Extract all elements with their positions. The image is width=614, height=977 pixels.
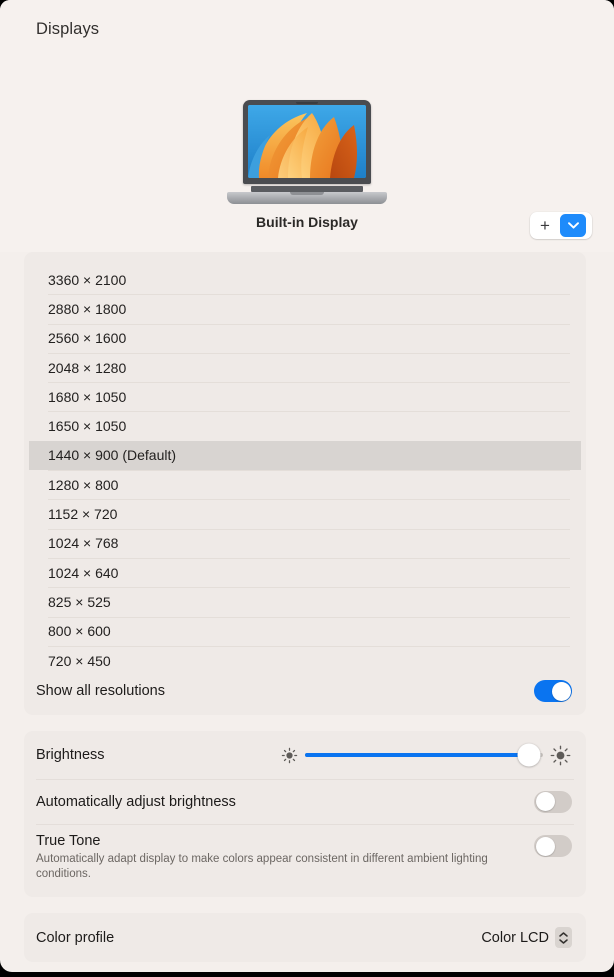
auto-brightness-row[interactable]: Automatically adjust brightness [24,779,586,824]
brightness-slider[interactable] [105,743,572,767]
laptop-notch [296,101,318,104]
plus-icon[interactable]: + [530,217,560,234]
brightness-label: Brightness [36,747,105,763]
resolution-item[interactable]: 800 × 600 [24,616,586,646]
resolution-label: 1680 × 1050 [48,388,127,405]
display-preview[interactable]: Built-in Display [0,100,614,230]
resolution-label: 1024 × 768 [48,535,119,552]
resolution-item[interactable]: 1152 × 720 [24,499,586,528]
row-separator [48,587,570,589]
resolution-item[interactable]: 1024 × 640 [24,557,586,587]
resolution-label: 3360 × 2100 [48,271,127,288]
row-separator [48,470,570,472]
resolution-label: 1024 × 640 [48,564,119,581]
row-separator [48,294,570,296]
resolution-label: 1440 × 900 (Default) [48,447,177,464]
add-display-control[interactable]: + [530,212,592,239]
resolution-list[interactable]: 3360 × 2100 2880 × 1800 2560 × 1600 2048… [24,252,586,675]
true-tone-row[interactable]: True Tone Automatically adapt display to… [24,824,586,897]
auto-brightness-label: Automatically adjust brightness [36,793,236,810]
resolutions-card: 3360 × 2100 2880 × 1800 2560 × 1600 2048… [24,252,586,715]
show-all-resolutions-toggle[interactable] [534,680,572,702]
true-tone-texts: True Tone Automatically adapt display to… [36,833,534,882]
display-name-label: Built-in Display [256,214,358,230]
chevron-up-down-icon[interactable] [555,927,572,948]
row-separator [48,528,570,530]
resolution-label: 800 × 600 [48,623,111,640]
row-separator [48,616,570,618]
resolution-label: 2048 × 1280 [48,359,127,376]
resolution-label: 1280 × 800 [48,476,119,493]
color-profile-value[interactable]: Color LCD [481,930,549,946]
resolution-item[interactable]: 1024 × 768 [24,528,586,558]
resolution-item[interactable]: 2048 × 1280 [24,352,586,382]
auto-brightness-toggle[interactable] [534,790,572,813]
row-separator [48,382,570,384]
resolution-item[interactable]: 2880 × 1800 [24,294,586,323]
macbook-icon [227,100,387,204]
sun-small-icon [281,747,298,763]
page-title: Displays [36,20,100,38]
color-profile-row[interactable]: Color profile Color LCD [24,913,586,962]
slider-thumb[interactable] [517,743,541,767]
brightness-card: Brightness Automatically adjust brightne… [24,731,586,897]
resolution-label: 825 × 525 [48,593,111,610]
resolution-label: 1152 × 720 [48,506,118,523]
display-header: Displays Built-in Display + [0,0,614,252]
laptop-base [227,192,387,204]
resolution-item[interactable]: 1280 × 800 [24,470,586,499]
resolution-item-selected[interactable]: 1440 × 900 (Default) [29,440,581,471]
resolution-item[interactable]: 825 × 525 [24,587,586,616]
row-separator [48,499,570,501]
resolution-label: 1650 × 1050 [48,418,127,435]
sun-large-icon [550,745,571,765]
true-tone-label: True Tone [36,833,101,849]
resolution-label: 2880 × 1800 [48,300,127,317]
brightness-row: Brightness [24,731,586,779]
color-profile-label: Color profile [36,929,115,946]
toggle-knob [551,681,571,701]
laptop-lid [243,100,371,184]
row-separator [48,557,570,559]
row-separator [48,411,570,413]
wallpaper-icon [248,105,366,178]
show-all-resolutions-label: Show all resolutions [36,683,165,699]
resolution-item[interactable]: 1680 × 1050 [24,382,586,411]
resolution-item[interactable]: 1650 × 1050 [24,411,586,440]
chevron-down-icon[interactable] [560,214,586,237]
toggle-knob [535,836,555,856]
resolution-item[interactable]: 2560 × 1600 [24,323,586,353]
slider-track[interactable] [305,743,543,767]
toggle-knob [535,792,555,811]
row-separator [36,824,574,825]
resolution-label: 2560 × 1600 [48,330,127,347]
laptop-screen [248,105,366,178]
color-profile-card: Color profile Color LCD [24,913,586,962]
show-all-resolutions-row[interactable]: Show all resolutions [24,667,586,715]
true-tone-toggle[interactable] [534,835,572,857]
displays-settings-window: Displays Built-in Display + 3360 × 2100 … [0,0,614,972]
resolution-item[interactable]: 3360 × 2100 [24,265,586,294]
row-separator [48,323,570,325]
row-separator [48,645,570,647]
slider-fill [305,753,529,757]
row-separator [36,779,574,780]
row-separator [48,352,570,354]
true-tone-description: Automatically adapt display to make colo… [36,853,488,881]
